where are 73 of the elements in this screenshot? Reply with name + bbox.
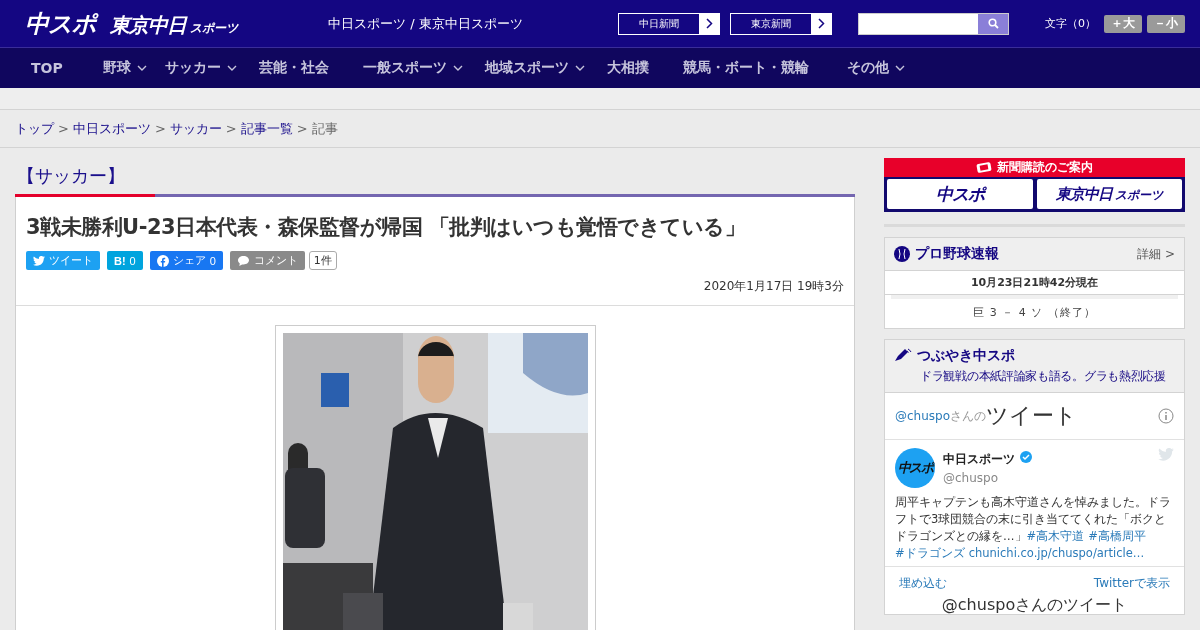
- chevron-down-icon: [452, 65, 463, 71]
- site-title: 中日スポーツ / 東京中日スポーツ: [328, 14, 524, 33]
- tweet-link[interactable]: #ドラゴンズ: [895, 546, 965, 560]
- info-icon[interactable]: [1158, 408, 1174, 424]
- timeline-suffix: さんの: [950, 407, 987, 423]
- path-separator: >: [154, 121, 166, 136]
- nav-item[interactable]: 芸能・社会: [258, 59, 329, 77]
- tweet-link[interactable]: #高木守道: [1026, 529, 1085, 543]
- newspaper-logo-link[interactable]: 中スポ: [887, 179, 1033, 209]
- timeline-link[interactable]: 埋め込む: [899, 575, 947, 592]
- account-name: 中日スポーツ: [943, 452, 1015, 466]
- facebook-icon: [156, 254, 169, 267]
- tweet-text: 周平キャプテンも高木守道さんを悼みました。ドラフトで3球団競合の末に引き当ててくれた「ボクとドラゴンズとの縁を…」#高木守道 #高橋周平 #ドラゴンズ chunichi.co.jp/chuspo/article…: [895, 494, 1172, 562]
- search-icon: [987, 18, 999, 29]
- nav-item[interactable]: TOP: [31, 60, 63, 76]
- logo-subtext: スポーツ: [1114, 186, 1163, 204]
- nav-item[interactable]: 大相撲: [606, 59, 649, 77]
- avatar[interactable]: 中スポ: [895, 448, 935, 488]
- breadcrumb-link[interactable]: サッカー: [169, 119, 222, 138]
- ticket-icon: [976, 162, 992, 173]
- tweet-link[interactable]: #高橋周平: [1088, 529, 1146, 543]
- chevron-down-icon: [136, 65, 147, 71]
- newspaper-logo-link[interactable]: 東京中日 スポーツ: [1036, 179, 1182, 209]
- nav-item[interactable]: 野球: [102, 59, 147, 77]
- subscription-title: 新聞購読のご案内: [997, 159, 1093, 176]
- timeline-link[interactable]: Twitterで表示: [1093, 575, 1170, 592]
- publish-date: 2020年1月17日 19時3分: [702, 278, 844, 295]
- comment-count: 1件: [308, 251, 337, 270]
- breadcrumb-link[interactable]: 中日スポーツ: [72, 119, 151, 138]
- bird-icon: [33, 255, 45, 266]
- nav-item[interactable]: 地域スポーツ: [484, 59, 585, 77]
- newspaper-link[interactable]: 東京新聞: [730, 12, 832, 35]
- chevron-right-icon: [817, 18, 825, 29]
- chevron-right-icon: [705, 18, 713, 29]
- nav-item[interactable]: サッカー: [164, 59, 237, 77]
- bird-icon: [1158, 448, 1174, 461]
- verified-badge-icon: [1020, 451, 1033, 463]
- nav-item[interactable]: 一般スポーツ: [362, 59, 463, 77]
- user-link[interactable]: @chuspo: [895, 409, 951, 423]
- newspaper-link[interactable]: 中日新聞: [618, 12, 720, 35]
- search-field[interactable]: [858, 12, 1009, 35]
- chevron-down-icon: [894, 65, 905, 71]
- tweet-link[interactable]: chunichi.co.jp/chuspo/article…: [968, 546, 1145, 560]
- current-page-label[interactable]: 記事: [311, 119, 338, 138]
- breadcrumb-link[interactable]: トップ: [15, 119, 54, 138]
- facebook-share-button[interactable]: シェア 0: [149, 251, 223, 270]
- box-title: プロ野球速報: [915, 245, 999, 263]
- path-separator: >: [225, 121, 237, 136]
- details-link[interactable]: 詳細 >: [1137, 245, 1175, 263]
- update-time: 10月23日21時42分現在: [885, 271, 1184, 295]
- box-title: つぶやき中スポ: [917, 347, 1015, 365]
- account-handle: @chuspo: [943, 471, 1000, 485]
- article-title: 3戦未勝利U-23日本代表・森保監督が帰国 「批判はいつも覚悟できている」: [26, 214, 747, 241]
- nav-item[interactable]: その他: [846, 59, 905, 77]
- box-subtitle: ドラ観戦の本紙評論家も語る。グラも熱烈応援: [919, 368, 1167, 385]
- timeline-title: ツイート: [986, 402, 1078, 430]
- timeline-heading: @chuspoさんのツイート: [940, 596, 1129, 614]
- chevron-down-icon: [574, 65, 585, 71]
- category-heading: 【サッカー】: [16, 164, 126, 188]
- chevron-down-icon: [226, 65, 237, 71]
- logo-text: 東京中日: [110, 11, 186, 39]
- path-separator: >: [58, 121, 69, 136]
- path-separator: >: [296, 121, 308, 136]
- baseball-icon: [894, 246, 910, 262]
- font-size-label: 文字（0）: [1045, 16, 1096, 31]
- nav-item[interactable]: 競馬・ボート・競輪: [682, 59, 809, 77]
- logo-text: 東京中日: [1055, 184, 1112, 204]
- speech-bubble-icon: [236, 254, 250, 267]
- search-button[interactable]: [978, 13, 1008, 34]
- breadcrumb-link[interactable]: 記事一覧: [240, 119, 293, 138]
- game-score: 巨 3 － 4 ソ （終了）: [891, 295, 1178, 328]
- logo-subtext: スポーツ: [190, 19, 238, 37]
- logo-text: 中スポ: [935, 182, 984, 206]
